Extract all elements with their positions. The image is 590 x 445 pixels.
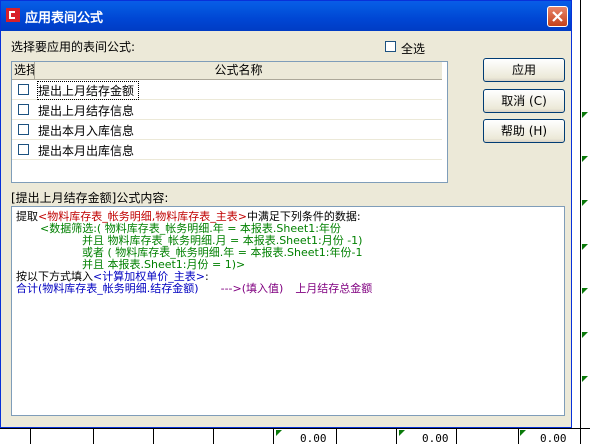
formula-text: 提取 bbox=[16, 210, 38, 223]
cell-marker bbox=[520, 430, 526, 436]
grid-line bbox=[273, 428, 274, 444]
formula-name: 提出上月结存金额 bbox=[36, 81, 140, 100]
formula-name: 提出本月出库信息 bbox=[38, 144, 135, 158]
close-button[interactable] bbox=[547, 6, 568, 27]
list-item[interactable]: 提出上月结存金额 bbox=[12, 80, 442, 100]
formula-name: 提出上月结存信息 bbox=[38, 104, 135, 118]
help-button[interactable]: 帮助 (H) bbox=[483, 119, 565, 143]
cell-value: 0.00 bbox=[422, 432, 449, 445]
formula-list[interactable]: 选择 公式名称 提出上月结存金额 提出上月结存信息 提出本月入库信息 提出本月出… bbox=[11, 61, 448, 183]
formula-content-label: [提出上月结存金额]公式内容: bbox=[11, 191, 169, 205]
app-icon bbox=[6, 8, 20, 22]
formula-expression: 合计(物料库存表_帐务明细.结存金额) bbox=[16, 282, 199, 295]
row-checkbox[interactable] bbox=[18, 124, 29, 135]
grid-line bbox=[456, 428, 457, 444]
formula-arrow: --->(填入值) bbox=[220, 282, 284, 295]
grid-line bbox=[30, 428, 31, 444]
row-checkbox[interactable] bbox=[18, 104, 29, 115]
formula-text: : bbox=[204, 270, 209, 283]
select-formula-label: 选择要应用的表间公式: bbox=[11, 40, 136, 54]
cell-value: 0.00 bbox=[300, 432, 327, 445]
formula-line: 合计(物料库存表_帐务明细.结存金额) --->(填入值) 上月结存总金额 bbox=[16, 283, 372, 295]
list-item[interactable]: 提出本月出库信息 bbox=[12, 140, 442, 160]
formula-name: 提出本月入库信息 bbox=[38, 124, 135, 138]
row-checkbox[interactable] bbox=[18, 144, 29, 155]
cell-marker bbox=[582, 288, 588, 294]
column-header-select[interactable]: 选择 bbox=[12, 62, 35, 79]
column-header-name[interactable]: 公式名称 bbox=[35, 62, 442, 79]
cell-marker bbox=[582, 332, 588, 338]
grid-line bbox=[580, 0, 581, 444]
select-all-label[interactable]: 全选 bbox=[401, 40, 425, 57]
cell-marker bbox=[399, 430, 405, 436]
apply-button[interactable]: 应用 bbox=[483, 58, 565, 82]
row-checkbox[interactable] bbox=[18, 84, 29, 95]
grid-line bbox=[518, 428, 519, 444]
cell-marker bbox=[582, 376, 588, 382]
apply-formula-dialog: 应用表间公式 选择要应用的表间公式: 全选 选择 公式名称 提出上月结存金额 提… bbox=[0, 0, 572, 428]
cell-marker bbox=[582, 200, 588, 206]
cell-marker bbox=[276, 430, 282, 436]
title-bar[interactable]: 应用表间公式 bbox=[1, 1, 571, 31]
list-item[interactable]: 提出本月入库信息 bbox=[12, 120, 442, 140]
close-icon bbox=[552, 11, 563, 22]
cell-marker bbox=[582, 244, 588, 250]
list-header: 选择 公式名称 bbox=[12, 62, 442, 80]
cell-value: 0.00 bbox=[540, 432, 567, 445]
grid-line bbox=[396, 428, 397, 444]
cell-marker bbox=[582, 156, 588, 162]
grid-line bbox=[336, 428, 337, 444]
grid-line bbox=[93, 428, 94, 444]
grid-line bbox=[153, 428, 154, 444]
cell-marker bbox=[582, 112, 588, 118]
list-item[interactable]: 提出上月结存信息 bbox=[12, 100, 442, 120]
cancel-button[interactable]: 取消 (C) bbox=[483, 89, 565, 113]
grid-line bbox=[0, 428, 590, 429]
select-all-checkbox[interactable] bbox=[385, 41, 396, 52]
formula-target-field: 上月结存总金额 bbox=[295, 282, 373, 295]
grid-line bbox=[213, 428, 214, 444]
formula-content[interactable]: 提取<物料库存表_帐务明细,物料库存表_主表>中满足下列条件的数据: <数据筛选… bbox=[11, 206, 565, 416]
window-title: 应用表间公式 bbox=[25, 11, 104, 26]
